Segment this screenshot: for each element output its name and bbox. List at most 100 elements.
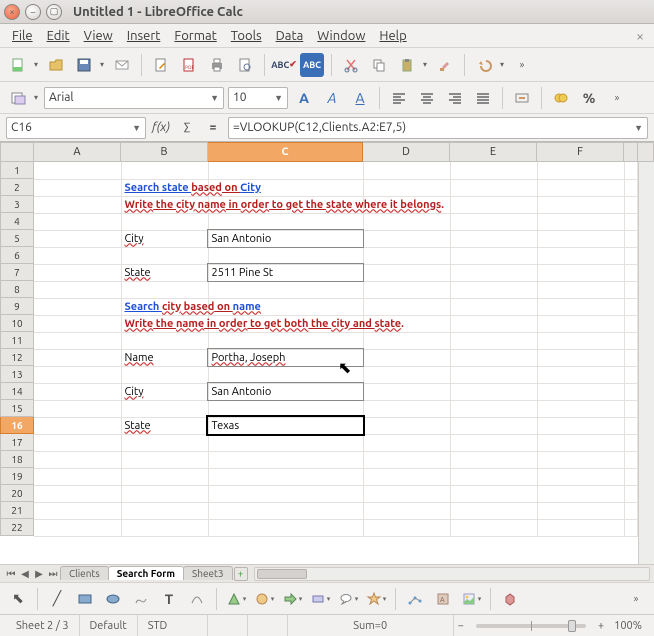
row-header-9[interactable]: 9 — [0, 298, 34, 315]
cell-B16[interactable]: State — [121, 417, 208, 434]
zoom-slider[interactable] — [476, 624, 586, 628]
cell-D7[interactable] — [363, 264, 450, 281]
cell-B11[interactable] — [121, 332, 208, 349]
cell-E16[interactable] — [450, 417, 537, 434]
horizontal-scrollbar[interactable] — [254, 567, 650, 581]
col-header-D[interactable]: D — [363, 142, 450, 162]
cell-E17[interactable] — [450, 434, 537, 451]
cell-B8[interactable] — [121, 281, 208, 298]
cell-D1[interactable] — [363, 162, 450, 179]
cell-A6[interactable] — [34, 247, 121, 264]
row-header-12[interactable]: 12 — [0, 349, 34, 366]
points-icon[interactable] — [403, 587, 427, 611]
cell-D12[interactable] — [363, 349, 450, 366]
col-header-A[interactable]: A — [34, 142, 121, 162]
align-justify-icon[interactable] — [471, 86, 495, 110]
cell-F21[interactable] — [537, 502, 624, 519]
function-wizard-icon[interactable]: f(x) — [150, 117, 172, 139]
zoom-in-icon[interactable]: + — [594, 620, 608, 632]
basic-shapes-icon[interactable] — [224, 587, 248, 611]
cell-F6[interactable] — [537, 247, 624, 264]
cell-F10[interactable] — [537, 315, 624, 332]
undo-icon[interactable] — [472, 53, 496, 77]
cell-F11[interactable] — [537, 332, 624, 349]
sum-icon[interactable]: ∑ — [176, 117, 198, 139]
paste-icon[interactable] — [395, 53, 419, 77]
row-header-16[interactable]: 16 — [0, 417, 34, 434]
edit-mode-icon[interactable] — [149, 53, 173, 77]
cell-F5[interactable] — [537, 230, 624, 247]
cell-F1[interactable] — [537, 162, 624, 179]
cell-B21[interactable] — [121, 502, 208, 519]
menu-insert[interactable]: Insert — [121, 27, 167, 45]
add-sheet-button[interactable]: + — [234, 567, 248, 581]
cell-F22[interactable] — [537, 519, 624, 536]
stars-icon[interactable] — [364, 587, 388, 611]
row-header-6[interactable]: 6 — [0, 247, 34, 264]
cell-C8[interactable] — [208, 281, 363, 298]
save-icon[interactable] — [72, 53, 96, 77]
row-header-3[interactable]: 3 — [0, 196, 34, 213]
cell-E14[interactable] — [450, 383, 537, 400]
cell-E19[interactable] — [450, 468, 537, 485]
row-header-13[interactable]: 13 — [0, 366, 34, 383]
cell-A8[interactable] — [34, 281, 121, 298]
print-icon[interactable] — [205, 53, 229, 77]
cell-F4[interactable] — [537, 213, 624, 230]
cell-B17[interactable] — [121, 434, 208, 451]
autospell-icon[interactable]: ABC — [300, 53, 324, 77]
row-header-4[interactable]: 4 — [0, 213, 34, 230]
cell-C6[interactable] — [208, 247, 363, 264]
cell-C13[interactable] — [208, 366, 363, 383]
cell-C7[interactable]: 2511 Pine St — [208, 264, 363, 281]
cell-F7[interactable] — [537, 264, 624, 281]
callouts-icon[interactable] — [336, 587, 360, 611]
cell-D15[interactable] — [363, 400, 450, 417]
cell-C15[interactable] — [208, 400, 363, 417]
status-sheet[interactable]: Sheet 2 / 3 — [6, 615, 80, 636]
cell-A18[interactable] — [34, 451, 121, 468]
cell-B6[interactable] — [121, 247, 208, 264]
cell-F3[interactable] — [537, 196, 624, 213]
cell-E7[interactable] — [450, 264, 537, 281]
line-icon[interactable]: ╱ — [45, 587, 69, 611]
flowchart-icon[interactable] — [308, 587, 332, 611]
export-pdf-icon[interactable]: PDF — [177, 53, 201, 77]
new-doc-icon[interactable] — [6, 53, 30, 77]
cell-D11[interactable] — [363, 332, 450, 349]
email-icon[interactable] — [110, 53, 134, 77]
cell-C14[interactable]: San Antonio — [208, 383, 363, 400]
cell-D8[interactable] — [363, 281, 450, 298]
cell-E8[interactable] — [450, 281, 537, 298]
cell-A9[interactable] — [34, 298, 121, 315]
cell-B15[interactable] — [121, 400, 208, 417]
cell-A12[interactable] — [34, 349, 121, 366]
font-size-combo[interactable]: 10▼ — [228, 87, 288, 109]
align-left-icon[interactable] — [387, 86, 411, 110]
cell-A1[interactable] — [34, 162, 121, 179]
col-header-C[interactable]: C — [208, 142, 363, 162]
align-right-icon[interactable] — [443, 86, 467, 110]
menu-tools[interactable]: Tools — [225, 27, 268, 45]
sheet-tab-sheet3[interactable]: Sheet3 — [183, 566, 233, 580]
cell-A22[interactable] — [34, 519, 121, 536]
cell-D18[interactable] — [363, 451, 450, 468]
cell-B2[interactable]: Search state based on City — [121, 179, 208, 196]
row-header-8[interactable]: 8 — [0, 281, 34, 298]
formula-input[interactable]: =VLOOKUP(C12,Clients.A2:E7,5)▼ — [228, 117, 648, 139]
zoom-value[interactable]: 100% — [608, 620, 648, 632]
cell-D16[interactable] — [363, 417, 450, 434]
status-style[interactable]: Default — [80, 615, 138, 636]
row-header-22[interactable]: 22 — [0, 519, 34, 536]
menu-format[interactable]: Format — [168, 27, 222, 45]
menu-help[interactable]: Help — [373, 27, 412, 45]
row-header-21[interactable]: 21 — [0, 502, 34, 519]
cell-E22[interactable] — [450, 519, 537, 536]
cell-A4[interactable] — [34, 213, 121, 230]
cell-F18[interactable] — [537, 451, 624, 468]
freeform-icon[interactable] — [129, 587, 153, 611]
cell-A21[interactable] — [34, 502, 121, 519]
row-header-20[interactable]: 20 — [0, 485, 34, 502]
status-sum[interactable]: Sum=0 — [288, 615, 454, 636]
cell-E20[interactable] — [450, 485, 537, 502]
